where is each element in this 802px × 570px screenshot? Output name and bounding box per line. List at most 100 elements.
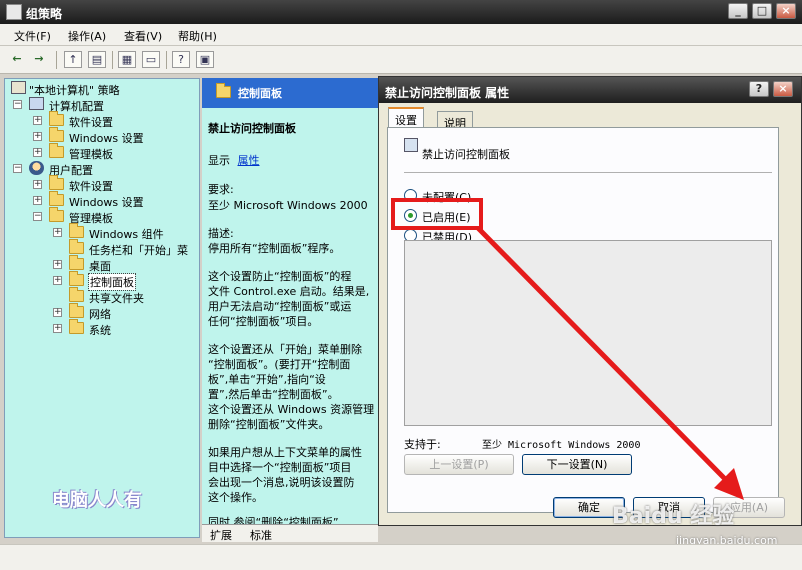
description-line: 如果用户想从上下文菜单的属性 <box>208 446 362 459</box>
description-line: 这个设置防止“控制面板”的程 <box>208 270 352 283</box>
tree-item-label: Windows 设置 <box>69 132 144 145</box>
baidu-watermark: Baidu 经验 <box>612 504 735 529</box>
menu-file[interactable]: 文件(F) <box>14 28 51 44</box>
show-hide-tree-icon[interactable]: ▤ <box>88 51 106 68</box>
main-title-bar: 组策略 _ □ × <box>0 0 802 24</box>
description-line: 置”,然后单击“控制面板”。 <box>208 388 339 401</box>
prev-setting-button[interactable]: 上一设置(P) <box>404 454 514 475</box>
tree-item-label: 系统 <box>89 324 111 337</box>
explain-box <box>404 240 772 426</box>
properties-link[interactable]: 属性 <box>238 154 260 167</box>
maximize-button[interactable]: □ <box>752 3 772 19</box>
tree-item-label: 软件设置 <box>69 180 113 193</box>
tab-extended[interactable]: 扩展 <box>210 527 232 543</box>
back-icon[interactable]: ← <box>8 51 26 68</box>
folder-icon <box>69 303 84 318</box>
expand-icon[interactable]: + <box>33 116 42 125</box>
annotation-highlight-box <box>391 198 483 230</box>
toolbar-separator <box>56 51 57 69</box>
header-title: 控制面板 <box>238 87 282 100</box>
tree-pane: "本地计算机" 策略 − 计算机配置 + 软件设置 + Windows 设置 +… <box>4 78 200 538</box>
dialog-close-button[interactable]: × <box>773 81 793 97</box>
supported-label: 支持于: <box>404 438 441 451</box>
description-line: 目中选择一个“控制面板”项目 <box>208 461 352 474</box>
properties-icon[interactable]: ▦ <box>118 51 136 68</box>
help-button[interactable]: ? <box>749 81 769 97</box>
display-label: 显示 <box>208 154 230 167</box>
description-line: 文件 Control.exe 启动。结果是, <box>208 285 370 298</box>
folder-icon <box>49 207 64 222</box>
toolbar: ← → ↑ ▤ ▦ ▭ ? ▣ <box>0 46 802 74</box>
toolbar-separator <box>112 51 113 69</box>
tab-standard[interactable]: 标准 <box>250 527 272 543</box>
close-button[interactable]: × <box>776 3 796 19</box>
description-line: 这个设置还从 Windows 资源管理 <box>208 403 375 416</box>
description-line: 同时,参阅“删除“控制面板” <box>208 516 339 524</box>
expand-icon[interactable]: + <box>33 132 42 141</box>
expand-icon[interactable]: + <box>53 260 62 269</box>
tree-item-label: 控制面板 <box>88 273 136 291</box>
folder-icon <box>69 271 84 286</box>
folder-icon <box>69 239 84 254</box>
expand-icon[interactable]: + <box>53 228 62 237</box>
next-setting-button[interactable]: 下一设置(N) <box>522 454 632 475</box>
console-icon[interactable]: ▣ <box>196 51 214 68</box>
menu-action[interactable]: 操作(A) <box>68 28 106 44</box>
policy-title: 禁止访问控制面板 <box>208 122 296 135</box>
expand-icon[interactable]: + <box>53 276 62 285</box>
computer-icon <box>29 97 44 110</box>
display-properties: 显示 属性 <box>208 152 260 168</box>
folder-icon <box>69 255 84 270</box>
requirements-value: 至少 Microsoft Windows 2000 <box>208 199 368 212</box>
up-icon[interactable]: ↑ <box>64 51 82 68</box>
collapse-icon[interactable]: − <box>13 164 22 173</box>
expand-icon[interactable]: + <box>33 148 42 157</box>
policy-setting-icon <box>404 138 418 152</box>
forward-icon[interactable]: → <box>30 51 48 68</box>
description-line: 任何“控制面板”项目。 <box>208 315 319 328</box>
toolbar-separator <box>166 51 167 69</box>
description-line: 会出现一个消息,说明该设置防 <box>208 476 355 489</box>
expand-icon[interactable]: + <box>53 308 62 317</box>
gpedit-icon <box>6 4 22 20</box>
minimize-button[interactable]: _ <box>728 3 748 19</box>
description-header: 控制面板 <box>202 78 378 108</box>
expand-icon[interactable]: + <box>33 180 42 189</box>
user-icon <box>29 161 44 175</box>
properties-dialog: 禁止访问控制面板 属性 ? × 设置 说明 禁止访问控制面板 未配置(C) 已启… <box>378 76 802 526</box>
folder-icon <box>49 191 64 206</box>
menu-bar: 文件(F) 操作(A) 查看(V) 帮助(H) <box>0 24 802 46</box>
folder-icon <box>69 223 84 238</box>
export-icon[interactable]: ▭ <box>142 51 160 68</box>
description-line: 板”,单击“开始”,指向“设 <box>208 373 326 386</box>
tree-item-label: 管理模板 <box>69 148 113 161</box>
folder-icon <box>49 111 64 126</box>
description-line: 这个设置还从「开始」菜单删除 <box>208 343 362 356</box>
tab-settings[interactable]: 设置 <box>388 107 424 129</box>
tree-item-label: Windows 组件 <box>89 228 164 241</box>
tree-item-label: 软件设置 <box>69 116 113 129</box>
description-line: 这个操作。 <box>208 491 263 504</box>
folder-icon <box>49 127 64 142</box>
expand-icon[interactable]: + <box>33 196 42 205</box>
description-line: 停用所有“控制面板”程序。 <box>208 242 341 255</box>
expand-icon[interactable]: + <box>53 324 62 333</box>
tree-item-label: "本地计算机" 策略 <box>29 84 120 97</box>
tree-item-label: 共享文件夹 <box>89 292 144 305</box>
settings-panel: 禁止访问控制面板 未配置(C) 已启用(E) 已禁用(D) 支持于: 至少 Mi… <box>387 127 779 513</box>
window-title: 组策略 <box>26 7 63 21</box>
tree-item-label: 任务栏和「开始」菜 <box>89 244 188 257</box>
collapse-icon[interactable]: − <box>13 100 22 109</box>
view-tabs: 扩展 标准 <box>202 524 378 542</box>
collapse-icon[interactable]: − <box>33 212 42 221</box>
dialog-title: 禁止访问控制面板 属性 <box>385 86 510 100</box>
watermark-text: 电脑人人有 <box>52 490 142 511</box>
menu-view[interactable]: 查看(V) <box>124 28 162 44</box>
help-icon[interactable]: ? <box>172 51 190 68</box>
menu-help[interactable]: 帮助(H) <box>178 28 217 44</box>
folder-icon <box>49 143 64 158</box>
folder-icon <box>69 287 84 302</box>
folder-icon <box>216 83 231 98</box>
description-line: 用户无法启动“控制面板”或运 <box>208 300 352 313</box>
tree-item-label: Windows 设置 <box>69 196 144 209</box>
